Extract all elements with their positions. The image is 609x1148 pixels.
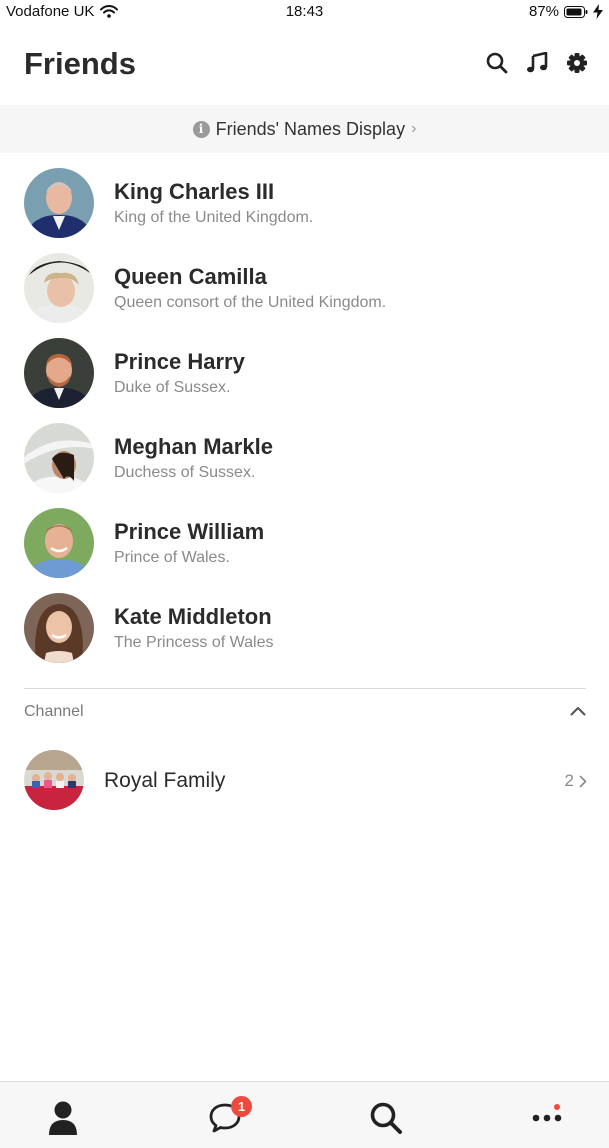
friend-row[interactable]: Prince Harry Duke of Sussex. (0, 323, 609, 408)
friend-description: Prince of Wales. (114, 549, 230, 566)
friend-description: King of the United Kingdom. (114, 209, 314, 226)
info-icon: i (192, 120, 210, 138)
more-icon (532, 1114, 562, 1122)
battery-percent: 87% (528, 3, 559, 20)
section-divider (24, 688, 586, 689)
friend-name: Meghan Markle (114, 434, 273, 459)
names-display-label: Friends' Names Display (215, 118, 406, 139)
bottom-tab-bar: 1 (0, 1081, 609, 1148)
tab-chats[interactable]: 1 (205, 1096, 252, 1138)
channel-section-label: Channel (24, 703, 84, 720)
search-icon (370, 1102, 402, 1134)
friend-description: The Princess of Wales (114, 634, 274, 651)
friend-row[interactable]: King Charles III King of the United King… (0, 153, 609, 238)
friend-description: Duke of Sussex. (114, 379, 231, 396)
page-header: Friends (0, 24, 609, 105)
avatar (24, 423, 94, 493)
music-button[interactable] (525, 51, 549, 75)
clock: 18:43 (285, 3, 324, 20)
avatar (24, 168, 94, 238)
channel-row[interactable]: Royal Family 2 (0, 750, 609, 810)
tab-friends[interactable] (43, 1098, 83, 1138)
person-icon (49, 1101, 77, 1135)
friend-row[interactable]: Meghan Markle Duchess of Sussex. (0, 408, 609, 493)
friend-row[interactable]: Queen Camilla Queen consort of the Unite… (0, 238, 609, 323)
status-bar: Vodafone UK 18:43 87% (0, 0, 609, 24)
tab-more[interactable] (527, 1098, 567, 1138)
friend-row[interactable]: Kate Middleton The Princess of Wales (0, 578, 609, 663)
friend-description: Queen consort of the United Kingdom. (114, 294, 387, 311)
friend-description: Duchess of Sussex. (114, 464, 256, 481)
friend-name: King Charles III (114, 179, 275, 204)
friend-name: Kate Middleton (114, 604, 272, 629)
search-button[interactable] (485, 51, 509, 75)
member-count-value: 2 (564, 771, 574, 790)
battery-group: 87% (529, 3, 603, 20)
avatar (24, 508, 94, 578)
tab-search[interactable] (366, 1098, 406, 1138)
battery-icon (564, 5, 588, 18)
search-icon (486, 52, 508, 74)
friend-name: Queen Camilla (114, 264, 267, 289)
avatar (24, 253, 94, 323)
settings-button[interactable] (565, 51, 589, 75)
avatar (24, 593, 94, 663)
channel-avatar (24, 750, 84, 810)
chevron-up-icon[interactable] (570, 703, 586, 721)
friends-names-display-banner[interactable]: i Friends' Names Display › (0, 105, 609, 153)
friend-list: King Charles III King of the United King… (0, 153, 609, 663)
music-note-icon (527, 52, 548, 73)
header-actions (485, 51, 589, 75)
channel-section-header[interactable]: Channel (24, 703, 586, 723)
friend-name: Prince William (114, 519, 265, 544)
gear-icon (567, 53, 587, 73)
unread-badge: 1 (231, 1096, 252, 1117)
channel-name: Royal Family (104, 769, 226, 792)
friend-row[interactable]: Prince William Prince of Wales. (0, 493, 609, 578)
charging-bolt-icon (593, 4, 603, 19)
chevron-right-icon: › (411, 120, 417, 137)
page-title: Friends (24, 46, 136, 81)
channel-member-count: 2 (565, 771, 587, 791)
avatar (24, 338, 94, 408)
notification-dot (554, 1104, 560, 1110)
friend-name: Prince Harry (114, 349, 245, 374)
chevron-right-icon (579, 775, 587, 787)
